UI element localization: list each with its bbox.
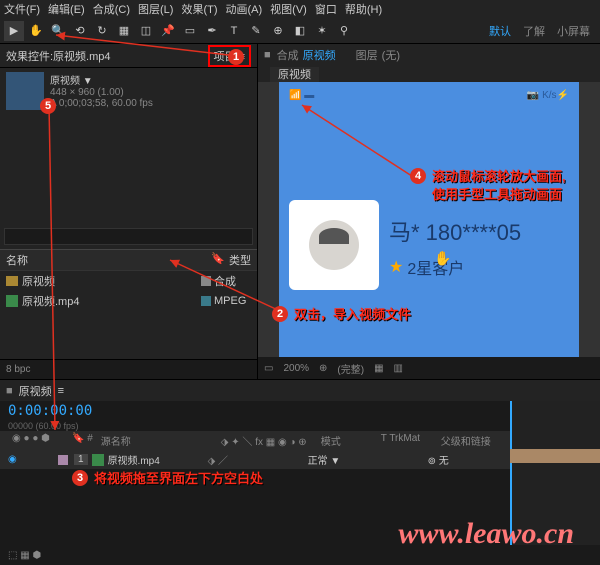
project-item-comp[interactable]: 原视频 合成 — [0, 271, 257, 291]
menu-file[interactable]: 文件(F) — [4, 1, 40, 17]
pen-tool-icon[interactable]: ✒ — [202, 21, 222, 41]
viewer-res[interactable]: (完整) — [337, 361, 364, 376]
timecode[interactable]: 0:00:00:00 — [8, 403, 92, 419]
menu-layer[interactable]: 图层(L) — [138, 1, 173, 17]
text-tool-icon[interactable]: T — [224, 21, 244, 41]
menu-view[interactable]: 视图(V) — [270, 1, 307, 17]
rotate-tool-icon[interactable]: ↻ — [92, 21, 112, 41]
orbit-tool-icon[interactable]: ⟲ — [70, 21, 90, 41]
layer-name[interactable]: 原视频.mp4 — [108, 452, 208, 467]
camera-tool-icon[interactable]: ▦ — [114, 21, 134, 41]
col-type[interactable]: 类型 — [229, 252, 251, 268]
selection-tool-icon[interactable]: ▶ — [4, 21, 24, 41]
workspace-small[interactable]: 小屏幕 — [557, 23, 590, 39]
viewer-zoom[interactable]: 200% — [283, 363, 309, 374]
timeline-indicator-icon: ■ — [6, 385, 13, 397]
menu-window[interactable]: 窗口 — [315, 1, 337, 17]
viewer-comp-label: 合成 — [277, 47, 299, 63]
timeline-track-area[interactable] — [510, 401, 600, 545]
col-mode[interactable]: 模式 — [317, 433, 377, 448]
viewer-tab[interactable]: 原视频 — [270, 67, 319, 83]
viewer-layer-name: (无) — [382, 47, 400, 63]
timeline-layer-row[interactable]: ◉ 1 原视频.mp4 ⬗ ／ 正常 ▼ ⊚ 无 — [0, 450, 510, 469]
layer-clip[interactable] — [510, 449, 600, 463]
workspace-default[interactable]: 默认 — [489, 23, 511, 39]
shape-tool-icon[interactable]: ▭ — [180, 21, 200, 41]
col-name[interactable]: 名称 — [6, 252, 211, 268]
eraser-tool-icon[interactable]: ◧ — [290, 21, 310, 41]
viewer-mask-icon[interactable]: ▭ — [264, 363, 273, 374]
avatar-image — [289, 200, 379, 290]
star-rating: ★2星客户 — [389, 255, 464, 279]
puppet-tool-icon[interactable]: ⚲ — [334, 21, 354, 41]
footage-icon — [6, 295, 18, 307]
effect-controls-label: 效果控件:原视频.mp4 — [6, 48, 111, 64]
timeline-tab[interactable]: 原视频 — [19, 383, 52, 399]
col-parent[interactable]: 父级和链接 — [437, 433, 495, 448]
roto-tool-icon[interactable]: ✶ — [312, 21, 332, 41]
viewer-indicator-icon: ■ — [264, 49, 271, 61]
project-search-input[interactable] — [4, 228, 253, 245]
brush-tool-icon[interactable]: ✎ — [246, 21, 266, 41]
anchor-tool-icon[interactable]: 📌 — [158, 21, 178, 41]
menu-anim[interactable]: 动画(A) — [226, 1, 263, 17]
menu-effect[interactable]: 效果(T) — [181, 1, 217, 17]
viewer-camera-icon[interactable]: ▦ — [374, 363, 383, 374]
timecode-sub: 00000 (60.00 fps) — [0, 421, 510, 431]
playhead[interactable] — [510, 401, 512, 545]
item-dims: 448 × 960 (1.00) — [50, 87, 153, 98]
project-tab[interactable]: 项目 ≡ — [208, 45, 251, 67]
col-source[interactable]: 源名称 — [97, 433, 217, 448]
phone-text: 马* 180****05 — [389, 215, 521, 247]
viewer-layer-label: 图层 — [356, 47, 378, 63]
workspace-learn[interactable]: 了解 — [523, 23, 545, 39]
zoom-tool-icon[interactable]: 🔍 — [48, 21, 68, 41]
project-item-footage[interactable]: 原视频.mp4 MPEG — [0, 291, 257, 311]
viewer-time-icon[interactable]: ⊕ — [319, 363, 327, 374]
stamp-tool-icon[interactable]: ⊕ — [268, 21, 288, 41]
menu-help[interactable]: 帮助(H) — [345, 1, 382, 17]
col-trkmat[interactable]: T TrkMat — [377, 433, 437, 448]
composition-viewer[interactable]: 📶 ▬📷 K/s⚡ 马* 180****05 ★2星客户 ✋ — [258, 82, 600, 357]
hand-cursor-icon: ✋ — [434, 250, 451, 267]
footage-icon — [92, 454, 104, 466]
col-number-icon[interactable]: 🔖 # — [68, 433, 97, 448]
project-footer-bpc[interactable]: 8 bpc — [6, 364, 30, 375]
hand-tool-icon[interactable]: ✋ — [26, 21, 46, 41]
viewer-grid-icon[interactable]: ▥ — [394, 363, 403, 374]
item-name: 原视频 ▼ — [50, 72, 153, 87]
item-thumbnail — [6, 72, 44, 110]
viewer-comp-name[interactable]: 原视频 — [303, 47, 336, 63]
menu-edit[interactable]: 编辑(E) — [48, 1, 85, 17]
layer-mode[interactable]: 正常 ▼ — [308, 452, 368, 467]
toggle-switches-icon[interactable]: ⬚ ▦ ⬢ — [8, 550, 41, 561]
comp-icon — [6, 276, 18, 286]
menu-comp[interactable]: 合成(C) — [93, 1, 130, 17]
pan-tool-icon[interactable]: ◫ — [136, 21, 156, 41]
item-duration: Δ 0;00;03;58, 60.00 fps — [50, 98, 153, 109]
